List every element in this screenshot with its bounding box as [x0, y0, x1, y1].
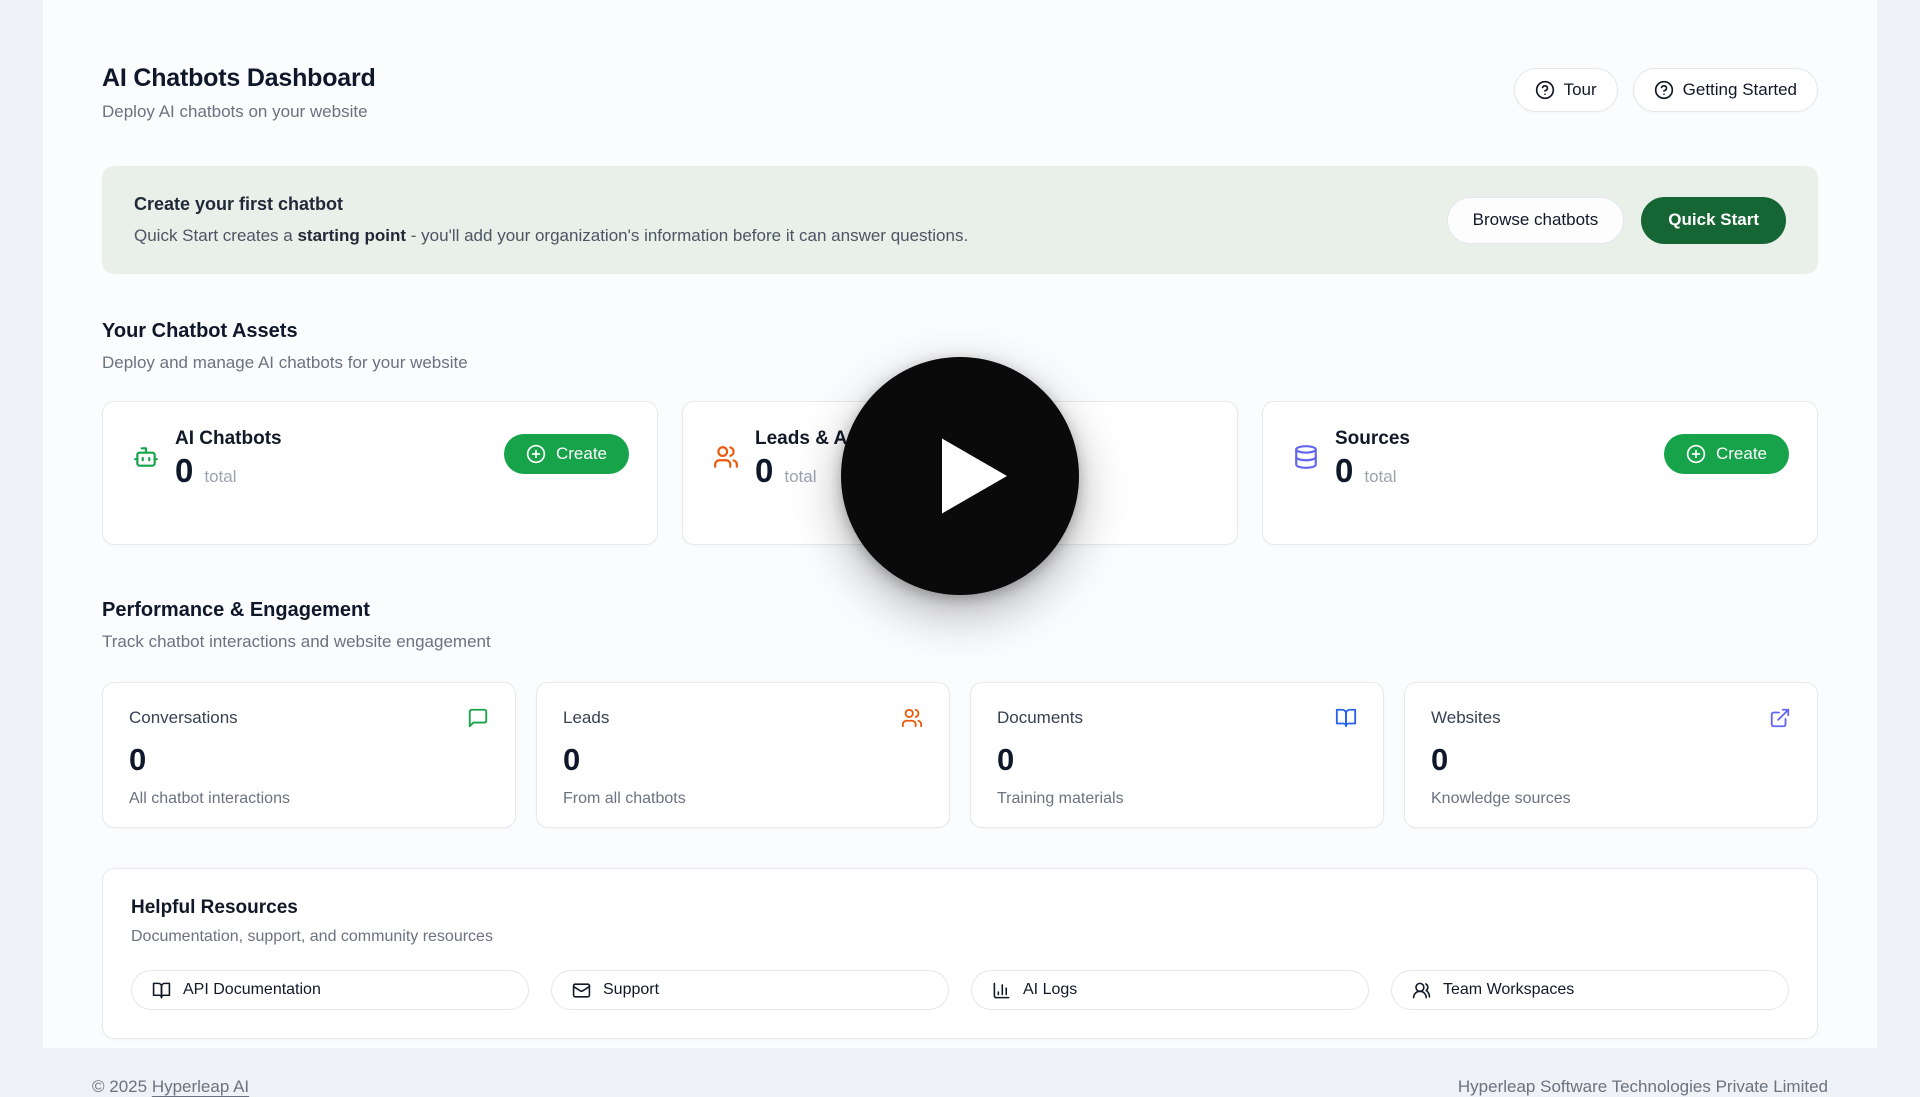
- book-open-icon: [1335, 707, 1357, 729]
- page-header: AI Chatbots Dashboard Deploy AI chatbots…: [102, 64, 1818, 122]
- stat-card-websites[interactable]: Websites 0 Knowledge sources: [1404, 682, 1818, 828]
- stat-label: Websites: [1431, 708, 1501, 728]
- book-open-icon: [152, 981, 171, 1000]
- users-icon: [901, 707, 923, 729]
- create-button-label: Create: [1716, 444, 1767, 464]
- asset-count-suffix: total: [1364, 467, 1396, 487]
- stat-card-documents[interactable]: Documents 0 Training materials: [970, 682, 1384, 828]
- banner-text-block: Create your first chatbot Quick Start cr…: [134, 194, 968, 246]
- stat-description: All chatbot interactions: [129, 790, 489, 808]
- asset-count-row: 0 total: [1335, 452, 1410, 490]
- banner-body-suffix: - you'll add your organization's informa…: [406, 226, 968, 245]
- asset-count-suffix: total: [204, 467, 236, 487]
- resource-link-label: Team Workspaces: [1443, 981, 1574, 999]
- stat-card-conversations[interactable]: Conversations 0 All chatbot interactions: [102, 682, 516, 828]
- helpful-resources-panel: Helpful Resources Documentation, support…: [102, 868, 1818, 1039]
- quick-start-banner: Create your first chatbot Quick Start cr…: [102, 166, 1818, 274]
- performance-subheading: Track chatbot interactions and website e…: [102, 632, 1818, 652]
- dashboard-page: AI Chatbots Dashboard Deploy AI chatbots…: [43, 0, 1877, 1048]
- tour-button-label: Tour: [1564, 80, 1597, 100]
- banner-actions: Browse chatbots Quick Start: [1447, 197, 1786, 244]
- getting-started-button[interactable]: Getting Started: [1633, 68, 1818, 112]
- page-subtitle: Deploy AI chatbots on your website: [102, 102, 376, 122]
- stat-value: 0: [129, 742, 489, 778]
- resources-subheading: Documentation, support, and community re…: [131, 928, 1789, 946]
- api-documentation-link[interactable]: API Documentation: [131, 970, 529, 1010]
- asset-card-sources[interactable]: Sources 0 total Create: [1262, 401, 1818, 545]
- stat-cards-row: Conversations 0 All chatbot interactions…: [102, 682, 1818, 828]
- resource-link-label: API Documentation: [183, 981, 321, 999]
- resource-link-label: Support: [603, 981, 659, 999]
- tour-button[interactable]: Tour: [1514, 68, 1618, 112]
- browse-chatbots-button[interactable]: Browse chatbots: [1447, 197, 1625, 244]
- mail-icon: [572, 981, 591, 1000]
- video-play-button[interactable]: [841, 357, 1079, 595]
- users-icon: [1412, 981, 1431, 1000]
- resource-links-row: API Documentation Support AI Logs Team W…: [131, 970, 1789, 1010]
- getting-started-button-label: Getting Started: [1683, 80, 1797, 100]
- asset-card-title: Sources: [1335, 428, 1410, 450]
- footer-copyright: © 2025 Hyperleap AI: [92, 1077, 249, 1097]
- company-full-name: Hyperleap Software Technologies Private …: [1458, 1077, 1828, 1097]
- asset-card-ai-chatbots[interactable]: AI Chatbots 0 total Create: [102, 401, 658, 545]
- external-link-icon: [1769, 707, 1791, 729]
- assets-heading: Your Chatbot Assets: [102, 320, 1818, 343]
- asset-card-text: Sources 0 total: [1335, 428, 1410, 490]
- plus-circle-icon: [1686, 444, 1706, 464]
- stat-description: Training materials: [997, 790, 1357, 808]
- create-source-button[interactable]: Create: [1664, 434, 1789, 474]
- banner-body-bold: starting point: [297, 226, 406, 245]
- performance-section-header: Performance & Engagement Track chatbot i…: [102, 599, 1818, 652]
- create-button-label: Create: [556, 444, 607, 464]
- stat-card-leads[interactable]: Leads 0 From all chatbots: [536, 682, 950, 828]
- help-circle-icon: [1535, 80, 1555, 100]
- quick-start-button[interactable]: Quick Start: [1641, 197, 1786, 244]
- banner-body-prefix: Quick Start creates a: [134, 226, 297, 245]
- banner-body: Quick Start creates a starting point - y…: [134, 226, 968, 246]
- resources-heading: Helpful Resources: [131, 897, 1789, 919]
- stat-card-top: Leads: [563, 707, 923, 729]
- plus-circle-icon: [526, 444, 546, 464]
- stat-description: Knowledge sources: [1431, 790, 1791, 808]
- support-link[interactable]: Support: [551, 970, 949, 1010]
- database-icon: [1293, 444, 1319, 470]
- banner-title: Create your first chatbot: [134, 194, 968, 215]
- team-workspaces-link[interactable]: Team Workspaces: [1391, 970, 1789, 1010]
- stat-card-top: Documents: [997, 707, 1357, 729]
- performance-heading: Performance & Engagement: [102, 599, 1818, 622]
- stat-value: 0: [1431, 742, 1791, 778]
- stat-card-top: Conversations: [129, 707, 489, 729]
- page-title: AI Chatbots Dashboard: [102, 64, 376, 93]
- asset-count-row: 0 total: [175, 452, 282, 490]
- stat-label: Conversations: [129, 708, 238, 728]
- asset-count: 0: [755, 452, 773, 490]
- message-square-icon: [467, 707, 489, 729]
- bar-chart-icon: [992, 981, 1011, 1000]
- asset-count-suffix: total: [784, 467, 816, 487]
- page-title-block: AI Chatbots Dashboard Deploy AI chatbots…: [102, 64, 376, 122]
- header-actions: Tour Getting Started: [1514, 68, 1818, 112]
- stat-label: Leads: [563, 708, 609, 728]
- create-chatbot-button[interactable]: Create: [504, 434, 629, 474]
- stat-label: Documents: [997, 708, 1083, 728]
- page-footer: © 2025 Hyperleap AI Hyperleap Software T…: [92, 1077, 1828, 1097]
- users-icon: [713, 444, 739, 470]
- stat-card-top: Websites: [1431, 707, 1791, 729]
- bot-icon: [133, 444, 159, 470]
- asset-card-title: AI Chatbots: [175, 428, 282, 450]
- asset-card-text: AI Chatbots 0 total: [175, 428, 282, 490]
- asset-count: 0: [1335, 452, 1353, 490]
- stat-value: 0: [563, 742, 923, 778]
- asset-count: 0: [175, 452, 193, 490]
- stat-description: From all chatbots: [563, 790, 923, 808]
- play-icon: [893, 416, 1027, 536]
- resource-link-label: AI Logs: [1023, 981, 1077, 999]
- ai-logs-link[interactable]: AI Logs: [971, 970, 1369, 1010]
- stat-value: 0: [997, 742, 1357, 778]
- help-circle-icon: [1654, 80, 1674, 100]
